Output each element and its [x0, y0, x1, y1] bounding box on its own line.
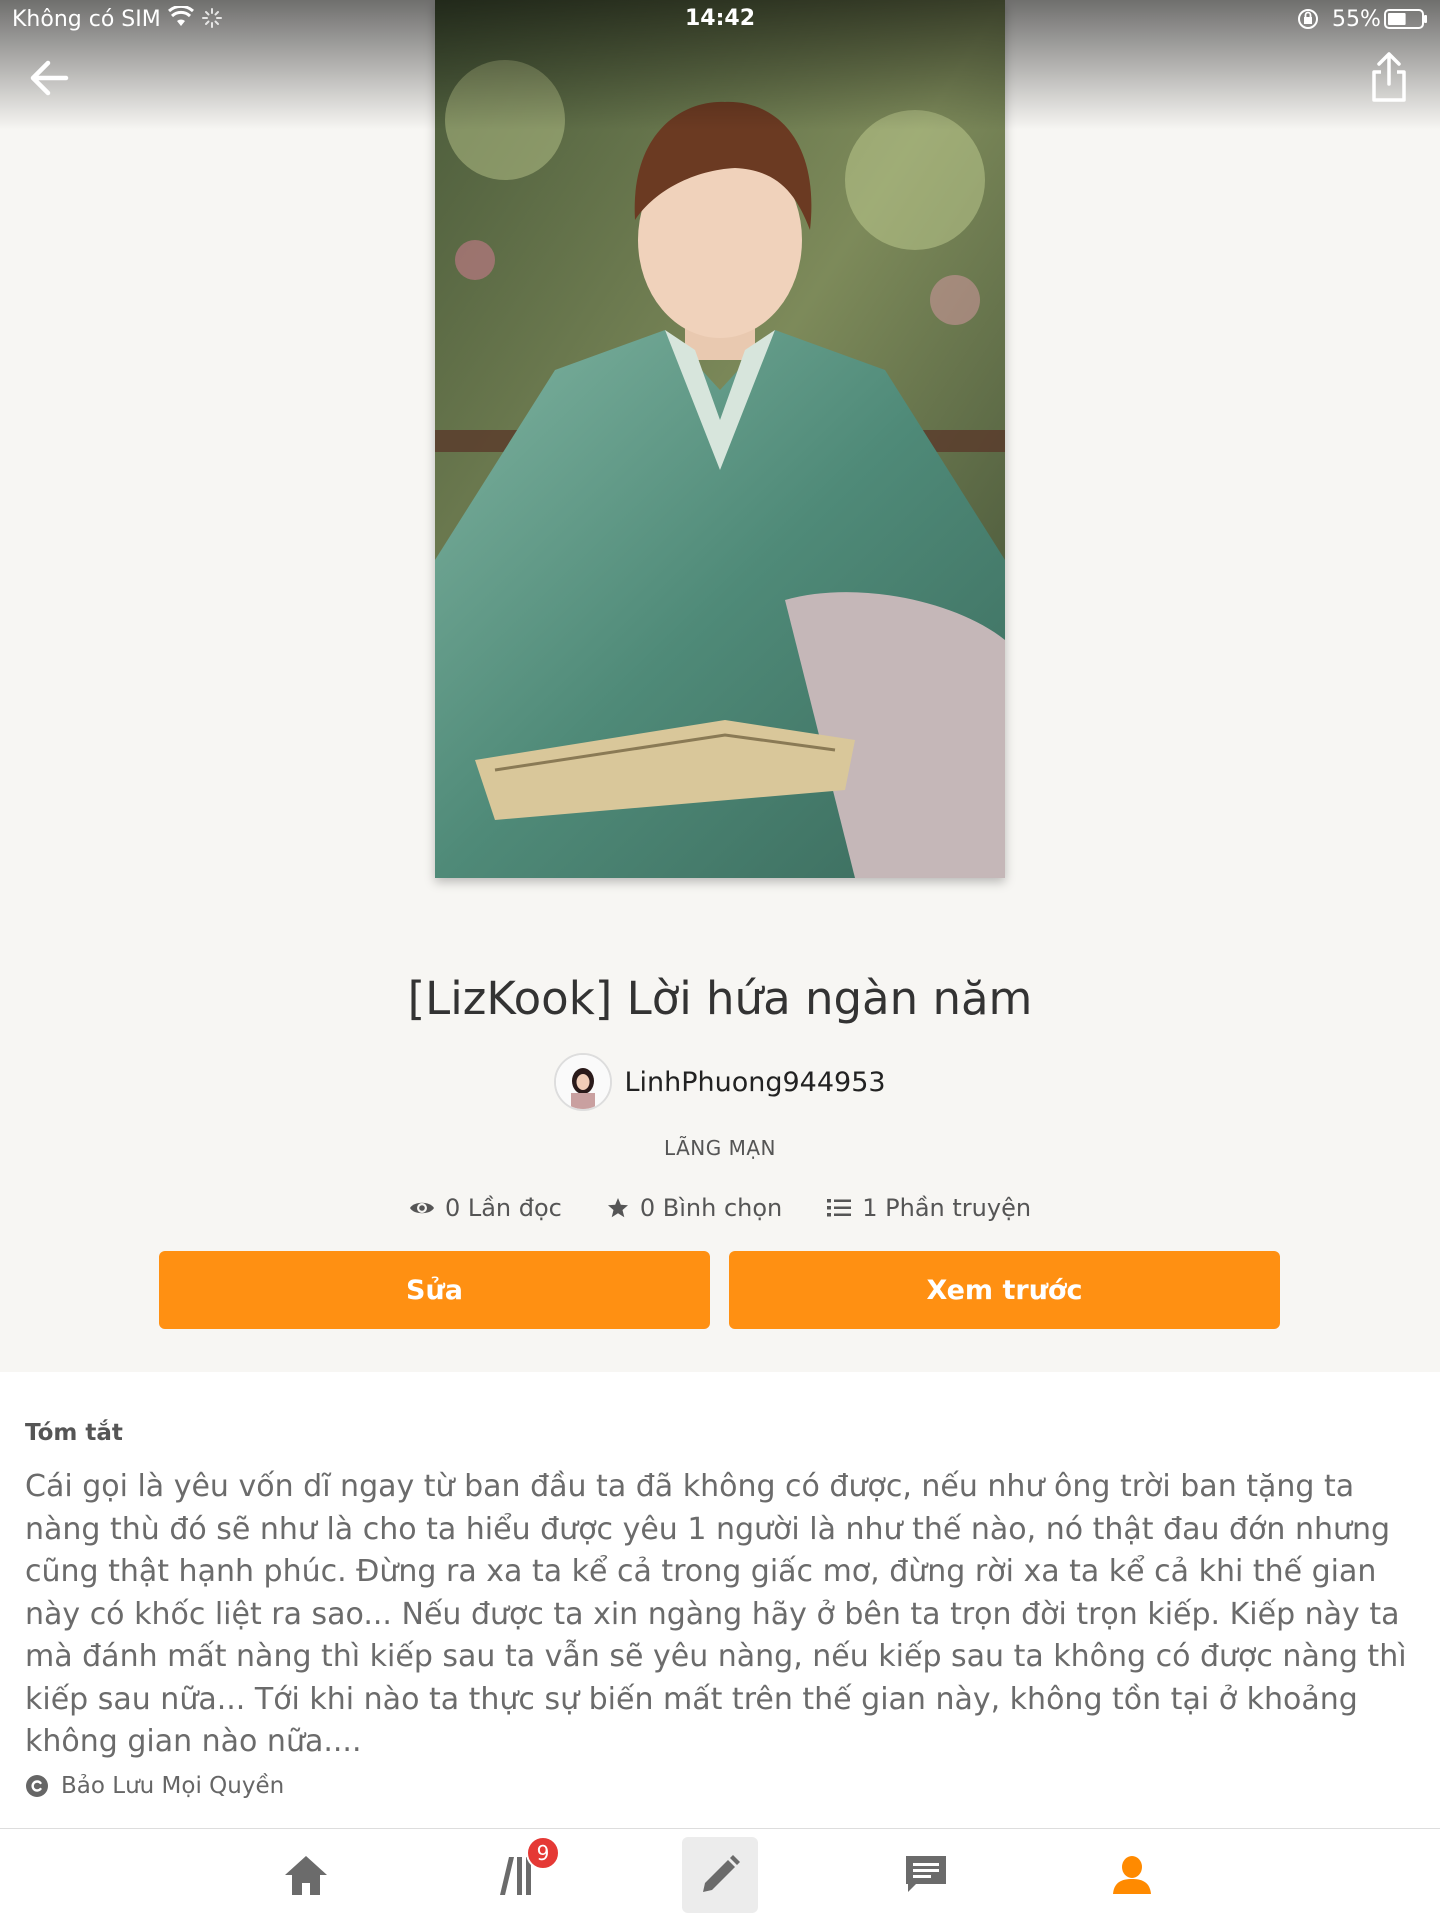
- list-icon: [827, 1199, 852, 1217]
- write-icon: [703, 1855, 740, 1892]
- tab-write[interactable]: [682, 1837, 758, 1913]
- star-icon: [607, 1198, 628, 1218]
- votes-stat: 0 Bình chọn: [606, 1194, 782, 1222]
- rotation-lock-icon: [1298, 9, 1318, 29]
- copyright-icon: [26, 1775, 48, 1797]
- author-row[interactable]: LinhPhuong944953: [0, 1052, 1440, 1112]
- summary-text: Cái gọi là yêu vốn dĩ ngay từ ban đầu ta…: [25, 1469, 1407, 1759]
- summary-heading: Tóm tắt: [25, 1420, 123, 1446]
- parts-stat: 1 Phần truyện: [826, 1194, 1031, 1222]
- battery-percentage: 55%: [1332, 7, 1381, 32]
- status-bar: Không có SIM 14:42 55%: [0, 0, 1440, 40]
- author-avatar[interactable]: [554, 1053, 613, 1111]
- reads-count: 0 Lần đọc: [444, 1194, 562, 1222]
- parts-count: 1 Phần truyện: [862, 1194, 1032, 1222]
- preview-button[interactable]: Xem trước: [729, 1251, 1280, 1329]
- profile-icon: [1113, 1856, 1151, 1894]
- bottom-tab-bar: [0, 1828, 1440, 1920]
- library-badge: 9: [526, 1836, 560, 1870]
- story-stats: 0 Lần đọc 0 Bình chọn 1 Phần truyện: [0, 1190, 1440, 1226]
- back-button[interactable]: [24, 52, 76, 104]
- status-time: 14:42: [684, 6, 756, 31]
- copyright-label: Bảo Lưu Mọi Quyền: [61, 1773, 285, 1799]
- votes-count: 0 Bình chọn: [639, 1194, 783, 1222]
- share-button[interactable]: [1366, 50, 1412, 106]
- copyright-row: Bảo Lưu Mọi Quyền: [25, 1773, 284, 1799]
- genre-label[interactable]: LÃNG MẠN: [0, 1136, 1440, 1160]
- tab-home[interactable]: [268, 1837, 344, 1913]
- home-icon: [285, 1856, 327, 1895]
- messages-icon: [906, 1856, 946, 1892]
- tab-profile[interactable]: [1094, 1837, 1170, 1913]
- share-icon: [1372, 52, 1406, 102]
- edit-button[interactable]: Sửa: [159, 1251, 710, 1329]
- reads-stat: 0 Lần đọc: [409, 1194, 562, 1222]
- arrow-left-icon: [30, 60, 69, 96]
- author-name[interactable]: LinhPhuong944953: [624, 1067, 885, 1098]
- story-cover-image: [435, 0, 1005, 878]
- battery-icon: [1384, 9, 1427, 29]
- eye-icon: [409, 1202, 434, 1214]
- tab-messages[interactable]: [888, 1837, 964, 1913]
- story-title: [LizKook] Lời hứa ngàn năm: [407, 972, 1033, 1025]
